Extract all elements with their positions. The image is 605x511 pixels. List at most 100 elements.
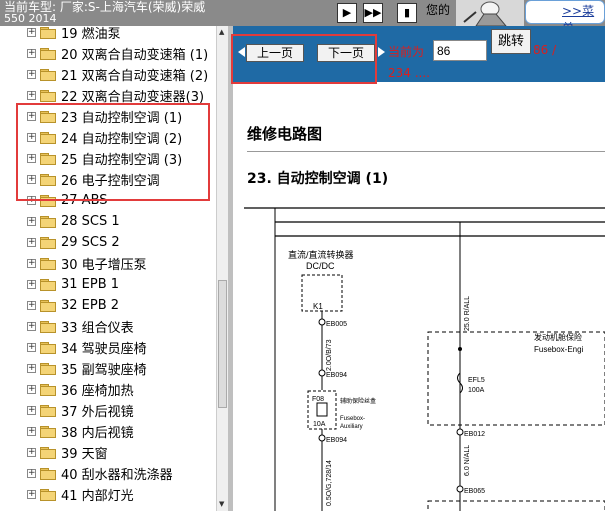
wire4-label: 6.0 N/ALL — [464, 445, 471, 476]
expand-icon[interactable]: + — [27, 91, 36, 100]
tree-item[interactable]: +30 电子增压泵 — [27, 253, 147, 274]
tree-item-label: 35 副驾驶座椅 — [61, 363, 147, 378]
tree-item-label: 40 刮水器和洗涤器 — [61, 468, 173, 483]
tree-item-label: 36 座椅加热 — [61, 384, 134, 399]
expand-icon[interactable]: + — [27, 343, 36, 352]
expand-icon[interactable]: + — [27, 259, 36, 268]
folder-icon — [40, 320, 56, 333]
tree-item-label: 37 外后视镜 — [61, 405, 134, 420]
scroll-up-icon[interactable]: ▲ — [219, 28, 225, 36]
wire1-label: 2.0O/B/73 — [326, 339, 333, 371]
tree-item-label: 41 内部灯光 — [61, 489, 134, 504]
expand-icon[interactable]: + — [27, 469, 36, 478]
folder-icon — [40, 26, 56, 39]
expand-icon[interactable]: + — [27, 385, 36, 394]
tree-item-label: 21 双离合自动变速箱 (2) — [61, 69, 209, 84]
tree-item[interactable]: +29 SCS 2 — [27, 232, 120, 253]
wire3-label: 25.0 R/ALL — [464, 296, 471, 331]
f08-label: F08 — [312, 396, 324, 403]
fuse-box-sub2: Auxiliary — [340, 424, 363, 430]
tree-item[interactable]: +20 双离合自动变速箱 (1) — [27, 43, 208, 64]
expand-icon[interactable]: + — [27, 28, 36, 37]
folder-icon — [40, 383, 56, 396]
expand-icon[interactable]: + — [27, 406, 36, 415]
current-model-year: 550 2014 — [4, 12, 57, 25]
expand-icon[interactable]: + — [27, 301, 36, 310]
section-title: 23. 自动控制空调 (1) — [247, 171, 389, 187]
expand-icon[interactable]: + — [27, 70, 36, 79]
fuse-box-label: 辅助保险丝盒 — [340, 397, 376, 405]
play-icon[interactable]: ▶ — [337, 3, 357, 23]
eb094-b-label: EB094 — [326, 437, 347, 444]
tree-item-label: 33 组合仪表 — [61, 321, 134, 336]
document-title: 维修电路图 — [247, 125, 323, 143]
scrollbar-thumb[interactable] — [218, 280, 227, 408]
folder-icon — [40, 341, 56, 354]
tree-item[interactable]: +32 EPB 2 — [27, 295, 119, 316]
folder-icon — [40, 404, 56, 417]
tree-item-label: 38 内后视镜 — [61, 426, 134, 441]
expand-icon[interactable]: + — [27, 322, 36, 331]
engine-fuse-label: 发动机舱保险 — [534, 332, 582, 342]
page-count-text: 86 / — [533, 43, 557, 57]
expand-icon[interactable]: + — [27, 427, 36, 436]
folder-icon — [40, 299, 56, 312]
scroll-down-icon[interactable]: ▼ — [219, 500, 225, 508]
tree-item-label: 34 驾驶员座椅 — [61, 342, 147, 357]
highlight-box-tree — [16, 103, 210, 201]
jump-button[interactable]: 跳转 — [491, 29, 531, 54]
tree-item[interactable]: +31 EPB 1 — [27, 274, 119, 295]
k1-label: K1 — [313, 302, 323, 311]
next-arrow-icon — [378, 47, 385, 57]
tree-item-label: 19 燃油泵 — [61, 27, 121, 42]
eb094-a-label: EB094 — [326, 372, 347, 379]
tree-item[interactable]: +21 双离合自动变速箱 (2) — [27, 64, 208, 85]
step-icon[interactable]: ▮ — [397, 3, 417, 23]
expand-icon[interactable]: + — [27, 280, 36, 289]
tree-item[interactable]: +39 天窗 — [27, 442, 108, 463]
tree-item[interactable]: +34 驾驶员座椅 — [27, 337, 147, 358]
folder-icon — [40, 488, 56, 501]
folder-icon — [40, 257, 56, 270]
page-number-input[interactable] — [433, 40, 487, 61]
content-panel: 上一页 下一页 当前为 跳转 86 / 234 .... 维修电路图 23. 自… — [233, 26, 605, 511]
tree-item[interactable]: +35 副驾驶座椅 — [27, 358, 147, 379]
folder-icon — [40, 446, 56, 459]
tree-item[interactable]: +28 SCS 1 — [27, 211, 120, 232]
tree-item[interactable]: +37 外后视镜 — [27, 400, 134, 421]
converter-label: 直流/直流转换器 — [288, 249, 354, 260]
expand-icon[interactable]: + — [27, 490, 36, 499]
expand-icon[interactable]: + — [27, 364, 36, 373]
tree-item[interactable]: +38 内后视镜 — [27, 421, 134, 442]
top-bar: 当前车型: 厂家:S-上海汽车(荣威)荣威 550 2014 ▶ ▶▶ ▮ 您的… — [0, 0, 605, 35]
tree-item[interactable]: +41 内部灯光 — [27, 484, 134, 505]
tree-item-label: 20 双离合自动变速箱 (1) — [61, 48, 209, 63]
expand-icon[interactable]: + — [27, 448, 36, 457]
folder-icon — [40, 215, 56, 228]
current-page-label: 当前为 — [388, 45, 425, 59]
fast-forward-icon[interactable]: ▶▶ — [363, 3, 383, 23]
tree-item-label: 31 EPB 1 — [61, 277, 120, 292]
expand-icon[interactable]: + — [27, 49, 36, 58]
highlight-box-pager — [231, 34, 377, 84]
tree-item-label: 30 电子增压泵 — [61, 258, 147, 273]
circuit-diagram: 直流/直流转换器 DC/DC K1 EB005 2.0O/B/73 EB094 … — [244, 207, 605, 511]
tree-item[interactable]: +36 座椅加热 — [27, 379, 134, 400]
tree-item[interactable]: +19 燃油泵 — [27, 26, 121, 43]
folder-icon — [40, 47, 56, 60]
engine-fuse-en: Fusebox-Engi — [534, 345, 584, 354]
expand-icon[interactable]: + — [27, 217, 36, 226]
folder-icon — [40, 236, 56, 249]
tree-item[interactable]: +33 组合仪表 — [27, 316, 134, 337]
tree-scrollbar[interactable]: ▲ ▼ — [216, 26, 228, 511]
wire2-label: 0.5O/G,728/14 — [326, 460, 333, 506]
tree-item[interactable]: +40 刮水器和洗涤器 — [27, 463, 173, 484]
title-divider — [247, 151, 605, 152]
tree-item-label: 39 天窗 — [61, 447, 108, 462]
eb012-label: EB012 — [464, 431, 485, 438]
total-pages-text: 234 .... — [388, 66, 430, 80]
eb065-label: EB065 — [464, 488, 485, 495]
f08-amp: 10A — [313, 421, 326, 428]
tree-panel: +19 燃油泵 +20 双离合自动变速箱 (1) +21 双离合自动变速箱 (2… — [0, 26, 216, 511]
expand-icon[interactable]: + — [27, 238, 36, 247]
